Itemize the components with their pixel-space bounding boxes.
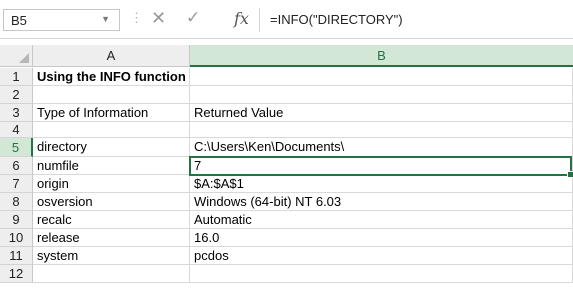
row-header[interactable]: 4 [0,122,33,138]
table-row: 2 [0,86,573,104]
cell-a[interactable]: system [33,247,190,265]
row-header[interactable]: 9 [0,211,33,229]
cell-b[interactable] [190,68,573,86]
row-header[interactable]: 8 [0,193,33,211]
insert-function-icon[interactable]: fx [234,9,249,28]
table-row: 3 Type of Information Returned Value [0,104,573,122]
more-options-icon[interactable]: ⋮ [130,10,143,26]
column-header-a[interactable]: A [33,45,190,67]
table-row: 6 numfile 7 [0,157,573,175]
cell-b[interactable]: C:\Users\Ken\Documents\ [190,138,573,157]
cell-b[interactable] [190,86,573,104]
row-header[interactable]: 12 [0,265,33,283]
cell-b[interactable]: 16.0 [190,229,573,247]
column-header-b[interactable]: B [190,45,573,67]
cell-a[interactable]: numfile [33,157,190,175]
select-all-icon [19,53,29,63]
cell-a[interactable]: Type of Information [33,104,190,122]
table-row: 12 [0,265,573,283]
table-row: 4 [0,122,573,138]
table-row: 8 osversion Windows (64-bit) NT 6.03 [0,193,573,211]
cell-b[interactable]: Windows (64-bit) NT 6.03 [190,193,573,211]
cell-a[interactable]: release [33,229,190,247]
cell-a[interactable]: osversion [33,193,190,211]
cell-b[interactable]: Automatic [190,211,573,229]
cell-b[interactable] [190,122,573,138]
cell-a[interactable]: recalc [33,211,190,229]
table-row: 5 directory C:\Users\Ken\Documents\ [0,138,573,157]
cell-a[interactable] [33,265,190,283]
cell-b[interactable]: pcdos [190,247,573,265]
table-row: 10 release 16.0 [0,229,573,247]
table-row: 9 recalc Automatic [0,211,573,229]
cancel-icon[interactable]: ✕ [151,8,166,29]
enter-icon[interactable]: ✓ [186,8,200,28]
cell-b[interactable]: Returned Value [190,104,573,122]
row-header[interactable]: 11 [0,247,33,265]
row-header[interactable]: 10 [0,229,33,247]
formula-bar-divider [259,8,260,32]
cell-b[interactable]: 7 [190,157,573,175]
cell-a[interactable] [33,86,190,104]
chevron-down-icon[interactable]: ▼ [101,14,110,24]
cell-a[interactable] [33,122,190,138]
table-row: 11 system pcdos [0,247,573,265]
formula-input[interactable]: =INFO("DIRECTORY") [270,12,403,27]
cell-b[interactable]: $A:$A$1 [190,175,573,193]
name-box-value: B5 [11,13,27,28]
row-header[interactable]: 3 [0,104,33,122]
name-box[interactable]: B5 ▼ [3,9,120,31]
cell-a[interactable]: origin [33,175,190,193]
row-header[interactable]: 5 [0,138,33,157]
row-header[interactable]: 1 [0,68,33,86]
cell-a[interactable]: directory [33,138,190,157]
row-header[interactable]: 6 [0,157,33,175]
formula-bar: B5 ▼ ⋮ ✕ ✓ fx =INFO("DIRECTORY") [0,0,573,39]
cell-a[interactable]: Using the INFO function [33,68,190,86]
cell-b[interactable] [190,265,573,283]
row-header[interactable]: 7 [0,175,33,193]
row-header[interactable]: 2 [0,86,33,104]
table-row: 7 origin $A:$A$1 [0,175,573,193]
table-row: 1 Using the INFO function [0,68,573,86]
select-all-corner[interactable] [0,45,33,67]
